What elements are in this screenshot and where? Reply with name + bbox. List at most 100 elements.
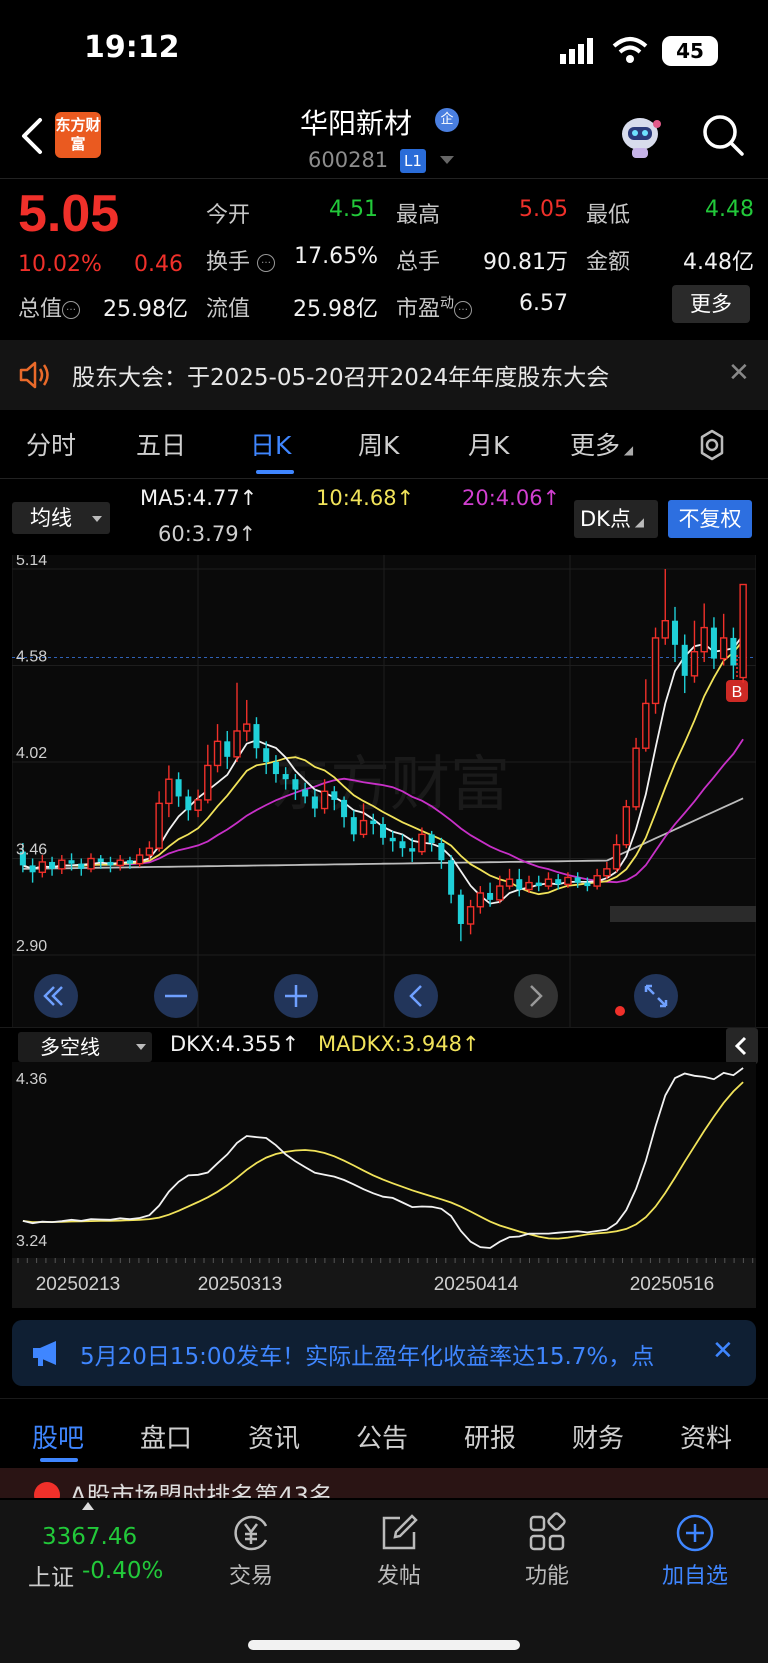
ad-text[interactable]: 5月20日15:00发车！实际止盈年化收益率达15.7%，点 <box>80 1337 695 1371</box>
candle <box>739 583 747 683</box>
tab-orderbook[interactable]: 盘口 <box>140 1418 192 1455</box>
index-value[interactable]: 3367.46 <box>42 1524 137 1550</box>
stock-name[interactable]: 华阳新材 <box>300 102 412 142</box>
add-watchlist-label[interactable]: 加自选 <box>635 1558 755 1590</box>
stock-code[interactable]: 600281 <box>308 148 388 172</box>
dkx-chart[interactable]: 4.36 3.24 <box>12 1062 756 1258</box>
enterprise-badge: 企 <box>435 108 459 132</box>
notice-text[interactable]: 股东大会：于2025-05-20召开2024年年度股东大会 <box>72 358 609 392</box>
x-tick-label: 20250516 <box>630 1274 715 1295</box>
high-value: 5.05 <box>519 197 568 222</box>
high-label: 最高 <box>396 203 441 228</box>
open-label: 今开 <box>206 203 251 228</box>
chart-background <box>12 1062 756 1258</box>
function-label[interactable]: 功能 <box>487 1558 607 1590</box>
info-icon[interactable]: … <box>454 301 473 319</box>
home-indicator <box>248 1640 520 1650</box>
low-label: 最低 <box>586 203 631 228</box>
tab-daily-k[interactable]: 日K <box>250 426 291 462</box>
ma5-label: MA5:4.77↑ <box>140 486 258 510</box>
scroll-right-button[interactable] <box>514 974 558 1018</box>
tab-forum[interactable]: 股吧 <box>32 1418 84 1455</box>
tab-profile[interactable]: 资料 <box>680 1418 732 1455</box>
search-icon[interactable] <box>700 112 746 158</box>
tab-news[interactable]: 资讯 <box>248 1418 300 1455</box>
close-icon[interactable]: ✕ <box>728 358 750 388</box>
zoom-out-button[interactable] <box>154 974 198 1018</box>
status-time: 19:12 <box>84 30 180 65</box>
megaphone-icon <box>33 1341 56 1366</box>
info-icon[interactable]: … <box>257 254 276 272</box>
tab-announcements[interactable]: 公告 <box>356 1418 408 1455</box>
scroll-far-left-button[interactable] <box>34 974 78 1018</box>
turnover-value: 17.65% <box>294 244 378 269</box>
change-percent: 10.02% <box>18 252 102 277</box>
volume-label: 总手 <box>396 250 441 275</box>
y-tick-label: 5.14 <box>16 555 47 569</box>
grid-function-icon[interactable] <box>526 1512 568 1554</box>
tab-weekly-k[interactable]: 周K <box>358 426 399 462</box>
index-change[interactable]: -0.40% <box>82 1558 163 1584</box>
open-value: 4.51 <box>329 197 378 222</box>
tab-monthly-k[interactable]: 月K <box>468 426 509 462</box>
robot-assistant-icon[interactable] <box>616 112 664 160</box>
tab-underline <box>256 470 294 474</box>
float-cap-value: 25.98亿 <box>293 297 378 322</box>
turnover-label: 换手 … <box>206 244 276 276</box>
signal-icon <box>560 38 593 64</box>
tab-underline <box>40 1458 78 1462</box>
info-icon[interactable]: … <box>62 301 81 319</box>
speaker-icon <box>19 361 49 389</box>
back-arrow-icon[interactable] <box>18 116 48 156</box>
index-name[interactable]: 上证 <box>28 1558 74 1592</box>
ma20-label: 20:4.06↑ <box>462 486 561 510</box>
tab-financials[interactable]: 财务 <box>572 1418 624 1455</box>
fullscreen-button[interactable] <box>634 974 678 1018</box>
no-adjust-button[interactable]: 不复权 <box>668 500 752 538</box>
market-cap-value: 25.98亿 <box>103 297 188 322</box>
dkx-label: DKX:4.355↑ <box>170 1032 300 1056</box>
change-amount: 0.46 <box>134 252 183 277</box>
tab-more[interactable]: 更多 ◢ <box>570 426 633 462</box>
madkx-label: MADKX:3.948↑ <box>318 1032 480 1056</box>
pe-label: 市盈动… <box>396 291 473 323</box>
zoom-in-button[interactable] <box>274 974 318 1018</box>
close-icon[interactable]: ✕ <box>712 1336 734 1366</box>
tab-five-day[interactable]: 五日 <box>136 426 186 462</box>
pe-value: 6.57 <box>519 291 568 316</box>
more-button[interactable]: 更多 <box>672 285 750 323</box>
dk-point-button[interactable]: DK点 ◢ <box>574 500 658 538</box>
y-tick-label: 3.24 <box>16 1233 47 1250</box>
rank-icon <box>34 1482 60 1498</box>
tab-intraday[interactable]: 分时 <box>26 426 76 462</box>
expand-up-icon[interactable] <box>82 1502 94 1510</box>
chevron-down-icon[interactable] <box>440 156 454 164</box>
current-price: 5.05 <box>18 185 120 243</box>
add-watchlist-icon[interactable] <box>674 1512 716 1554</box>
candle <box>651 627 660 714</box>
indicator-select[interactable]: 多空线 <box>18 1032 152 1062</box>
gear-icon[interactable] <box>695 428 729 462</box>
svg-text:B: B <box>732 684 743 701</box>
compose-icon[interactable] <box>378 1512 420 1554</box>
peek-content[interactable]: A股市场盟时排名第43名 <box>0 1468 768 1498</box>
trade-label[interactable]: 交易 <box>191 1558 311 1590</box>
candle <box>622 799 631 849</box>
post-label[interactable]: 发帖 <box>339 1558 459 1590</box>
kline-chart[interactable]: 东方财富 5.144.584.023.462.90 B <box>12 555 756 1027</box>
y-tick-label: 4.58 <box>16 649 47 666</box>
candle <box>632 737 640 811</box>
peek-text: A股市场盟时排名第43名 <box>70 1482 333 1498</box>
wifi-icon <box>612 37 648 63</box>
x-tick-label: 20250313 <box>198 1274 283 1295</box>
ma-select[interactable]: 均线 <box>12 502 110 534</box>
tab-research[interactable]: 研报 <box>464 1418 516 1455</box>
market-cap-label: 总值… <box>18 291 81 323</box>
trade-icon[interactable] <box>230 1512 272 1554</box>
x-tick-label: 20250414 <box>434 1274 519 1295</box>
level-badge: L1 <box>400 149 426 173</box>
amount-label: 金额 <box>586 250 631 275</box>
chevron-left-icon[interactable] <box>726 1028 758 1064</box>
scroll-left-button[interactable] <box>394 974 438 1018</box>
low-value: 4.48 <box>705 197 754 222</box>
